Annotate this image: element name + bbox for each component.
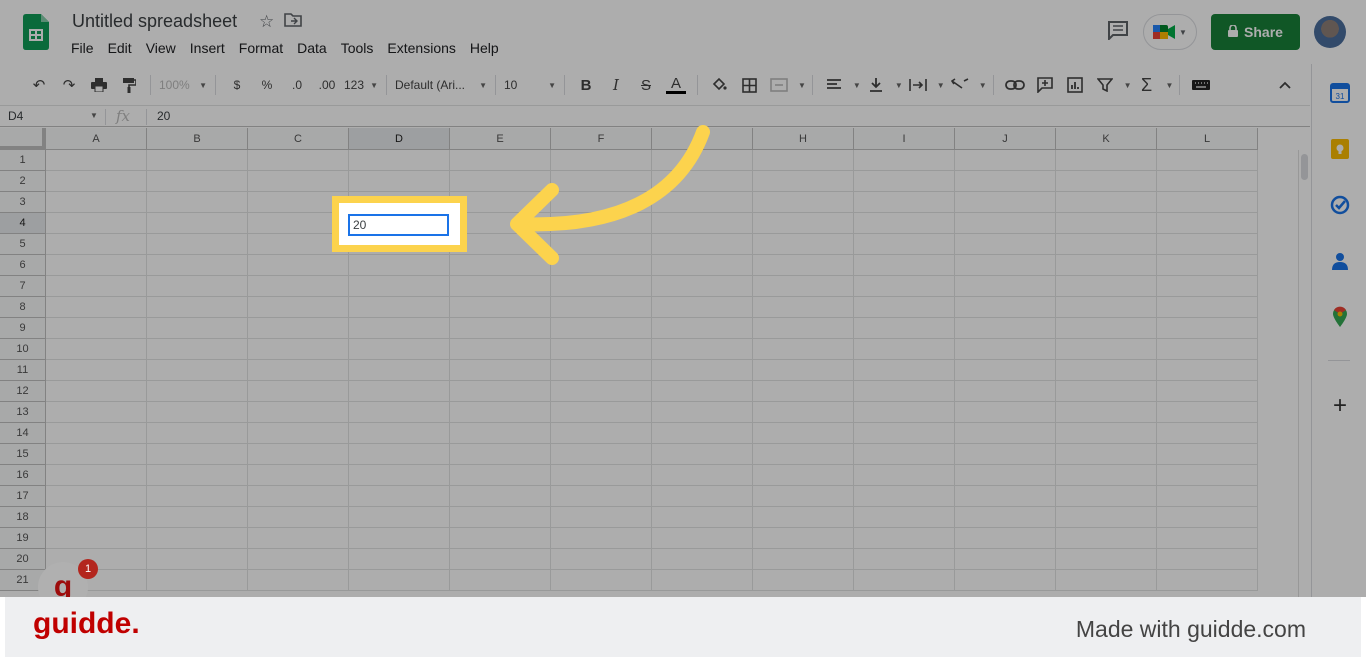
pointer-arrow-icon: [510, 125, 710, 265]
made-with-text: Made with guidde.com: [1075, 616, 1306, 642]
notification-count-badge: 1: [78, 559, 98, 579]
guidde-footer: guidde. Made with guidde.com: [5, 597, 1361, 657]
spreadsheet-app: Untitled spreadsheet ☆ File Edit View In…: [0, 0, 1366, 597]
guidde-logo: guidde.: [33, 607, 140, 640]
